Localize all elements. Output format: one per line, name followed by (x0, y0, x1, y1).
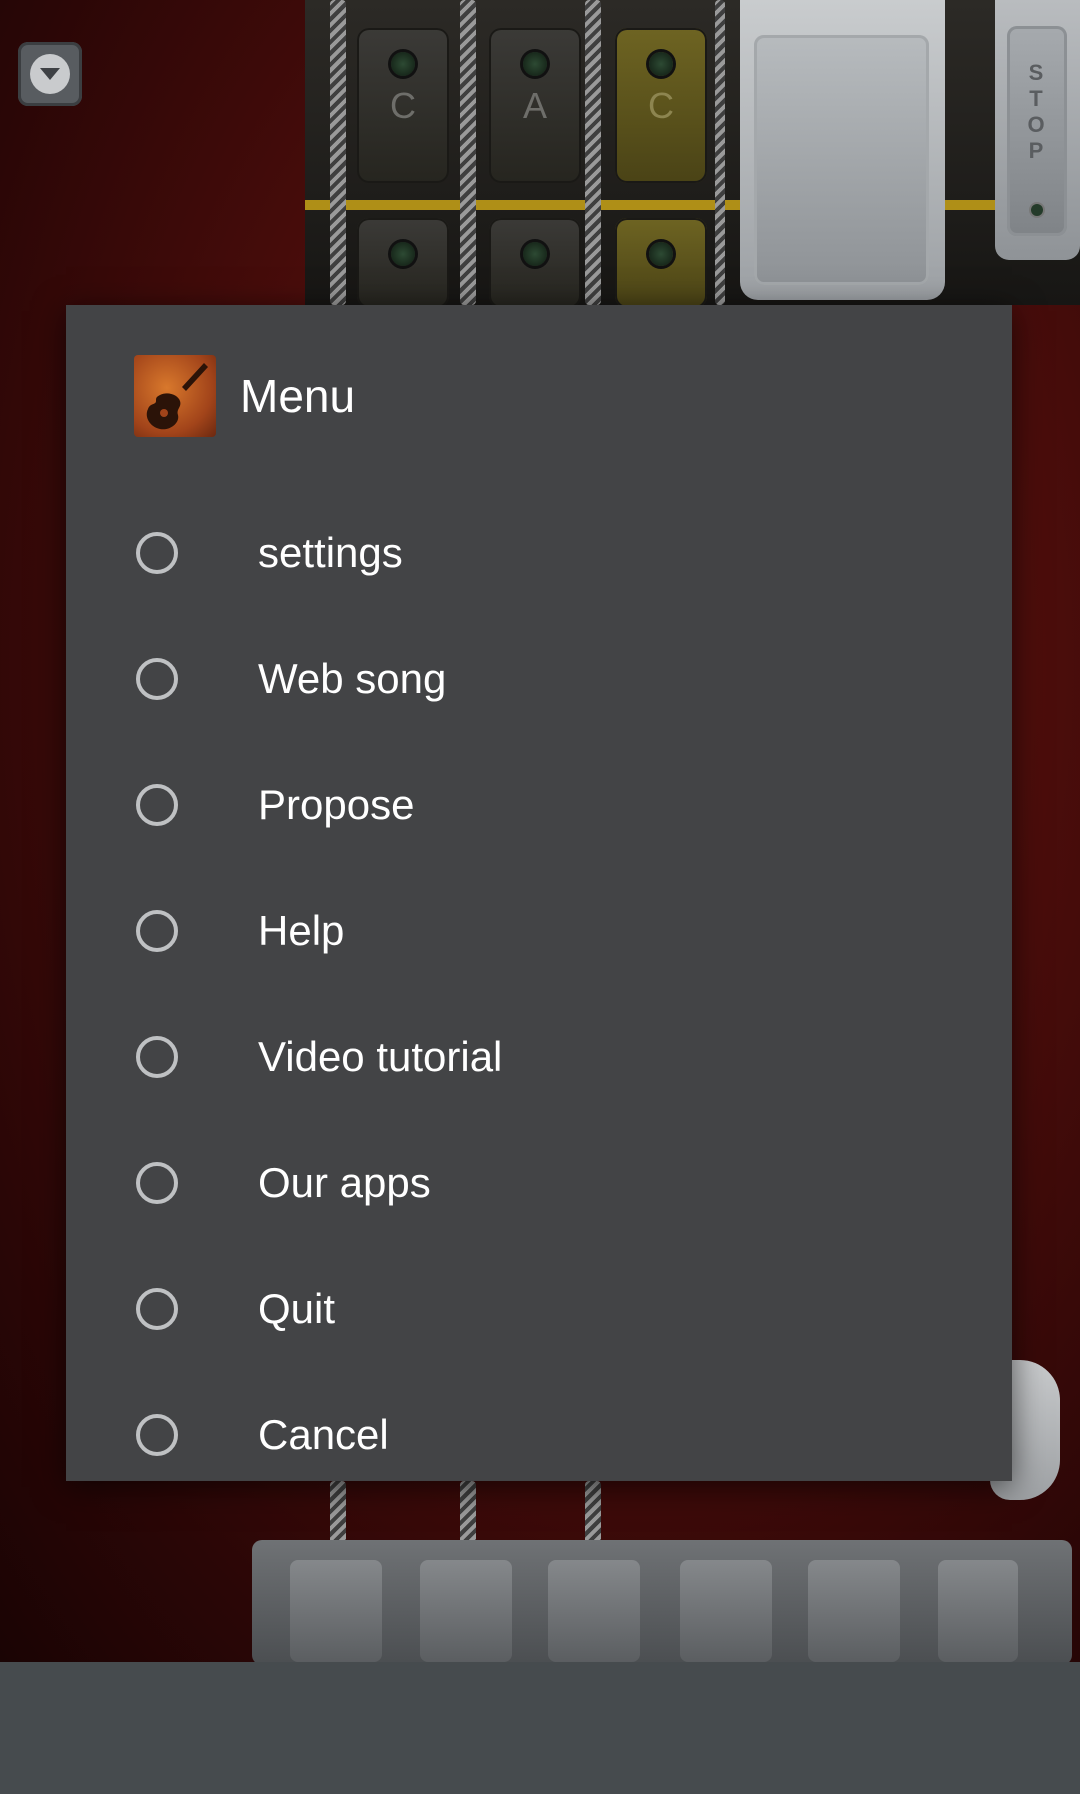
chevron-down-icon (30, 54, 70, 94)
led-indicator (649, 242, 673, 266)
menu-item-help[interactable]: Help (134, 868, 614, 994)
bridge-saddle (548, 1560, 640, 1662)
menu-item-label: Cancel (258, 1411, 389, 1458)
chord-key-5[interactable] (489, 218, 581, 308)
menu-item-label: Quit (258, 1285, 336, 1332)
chord-key-label: C (390, 84, 416, 126)
stop-button[interactable]: S T O P (1007, 26, 1067, 236)
led-indicator (523, 52, 547, 76)
menu-item-propose[interactable]: Propose (134, 742, 614, 868)
led-indicator (391, 52, 415, 76)
menu-item-label: Video tutorial (258, 1033, 503, 1080)
radio-button[interactable] (136, 658, 178, 700)
menu-item-video-tutorial[interactable]: Video tutorial (134, 994, 614, 1120)
led-indicator (391, 242, 415, 266)
chevron-down-button[interactable] (18, 42, 82, 106)
bottom-bar (0, 1662, 1080, 1794)
menu-title: Menu (240, 370, 356, 422)
radio-button[interactable] (136, 1162, 178, 1204)
chord-key-4[interactable] (357, 218, 449, 308)
chord-key-label: A (522, 84, 547, 126)
led-indicator (649, 52, 673, 76)
chord-key-1[interactable]: C (357, 28, 449, 183)
pickup-plate (740, 0, 945, 300)
chord-key-3[interactable]: C (615, 28, 707, 183)
led-indicator (523, 242, 547, 266)
menu-item-quit[interactable]: Quit (134, 1246, 614, 1372)
chord-key-6[interactable] (615, 218, 707, 308)
chord-key-label: C (648, 84, 674, 126)
bridge-saddle (808, 1560, 900, 1662)
radio-button[interactable] (136, 784, 178, 826)
stop-led (1031, 204, 1043, 216)
menu-item-label: Our apps (258, 1159, 431, 1206)
bridge-saddle (680, 1560, 772, 1662)
guitar-string (330, 0, 346, 305)
stop-letter: T (1029, 86, 1045, 111)
menu-item-cancel[interactable]: Cancel (134, 1372, 614, 1498)
menu-item-label: settings (258, 529, 403, 576)
menu-item-our-apps[interactable]: Our apps (134, 1120, 614, 1246)
stop-panel: S T O P (995, 0, 1080, 260)
guitar-string (585, 0, 601, 305)
guitar-string (460, 0, 476, 305)
menu-item-label: Propose (258, 781, 415, 828)
menu-list: settings Web song Propose Help Video tut… (134, 490, 614, 1498)
radio-button[interactable] (136, 532, 178, 574)
menu-item-web-song[interactable]: Web song (134, 616, 614, 742)
bridge-saddle (420, 1560, 512, 1662)
bridge-saddle (290, 1560, 382, 1662)
radio-button[interactable] (136, 1414, 178, 1456)
menu-dialog: Menu settings Web song Propose Help Vide… (66, 305, 1012, 1481)
radio-button[interactable] (136, 910, 178, 952)
guitar-icon (134, 355, 216, 437)
stop-letter: O (1027, 112, 1047, 137)
menu-item-settings[interactable]: settings (134, 490, 614, 616)
radio-button[interactable] (136, 1288, 178, 1330)
menu-item-label: Help (258, 907, 345, 954)
guitar-string (715, 0, 725, 305)
stop-letter: P (1028, 138, 1046, 163)
menu-header: Menu (134, 355, 355, 437)
bridge-saddle (938, 1560, 1018, 1662)
menu-item-label: Web song (258, 655, 447, 702)
radio-button[interactable] (136, 1036, 178, 1078)
stop-letter: S (1028, 60, 1046, 85)
chord-key-2[interactable]: A (489, 28, 581, 183)
